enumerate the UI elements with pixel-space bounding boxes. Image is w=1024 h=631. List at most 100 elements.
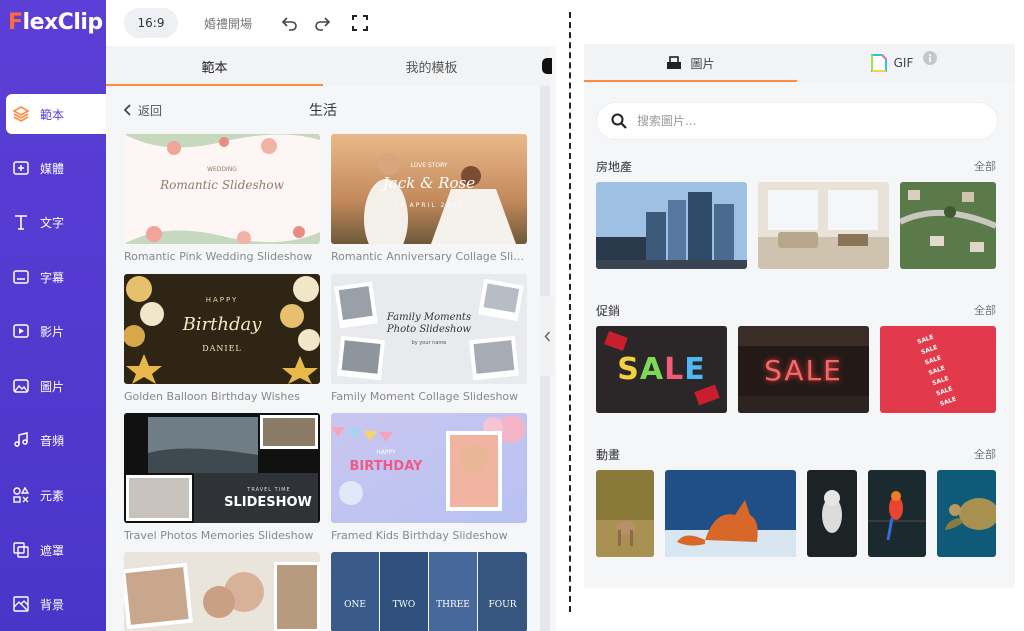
layers-icon: [12, 105, 30, 123]
chevron-left-icon: [543, 331, 551, 342]
sale-text: SALE: [617, 352, 706, 387]
sale-tags: SALE SALE SALE SALE SALE SALE SALE: [916, 327, 971, 410]
image-thumbnail[interactable]: [596, 470, 654, 557]
media-add-icon: [12, 159, 30, 177]
image-thumbnail[interactable]: [900, 182, 996, 269]
template-card[interactable]: Romantic Slideshow WEDDING Romantic Pink…: [124, 134, 320, 263]
image-thumbnail[interactable]: [868, 470, 926, 557]
music-icon: [12, 431, 30, 449]
sidebar-item-video[interactable]: 影片: [0, 311, 106, 351]
app-root: FlexClip 範本 媒體 文字 字幕 影片 圖片 音頻 元素 遮罩 背景 1…: [0, 0, 1024, 631]
template-card[interactable]: BIRTHDAY HAPPY Framed Kids Birthday Slid…: [331, 413, 527, 542]
sidebar-item-label: 音頻: [40, 433, 65, 448]
image-search-box[interactable]: [596, 102, 998, 140]
search-input[interactable]: [637, 114, 967, 128]
tab-templates[interactable]: 範本: [106, 46, 323, 86]
template-caption: Romantic Anniversary Collage Slide...: [331, 250, 527, 263]
tab-gif[interactable]: GIF: [797, 44, 1010, 82]
template-thumbnail: Family Moments Photo Slideshow by your n…: [331, 274, 527, 384]
image-thumbnail[interactable]: SALE: [738, 326, 869, 413]
tab-overflow-indicator: [542, 58, 552, 74]
thumbnail-subtitle: WEDDING: [207, 166, 237, 173]
sidebar-item-background[interactable]: 背景: [0, 584, 106, 624]
thumbnail-panel-label: THREE: [436, 600, 470, 610]
info-icon[interactable]: [923, 51, 938, 65]
sidebar-item-templates[interactable]: 範本: [6, 94, 106, 134]
sidebar-item-label: 範本: [40, 107, 65, 122]
template-thumbnail: HAPPY Birthday DANIEL: [124, 274, 320, 384]
image-thumbnail[interactable]: [937, 470, 996, 557]
tab-my-templates[interactable]: 我的模板: [323, 46, 540, 86]
thumbnail-name: DANIEL: [202, 344, 242, 353]
tab-images[interactable]: 圖片: [584, 44, 797, 82]
template-thumbnail: Romantic Slideshow WEDDING: [124, 134, 320, 244]
section-title: 房地產: [596, 160, 633, 174]
template-caption: Framed Kids Birthday Slideshow: [331, 529, 508, 542]
template-caption: Travel Photos Memories Slideshow: [124, 529, 314, 542]
image-thumbnail[interactable]: [807, 470, 857, 557]
thumbnail-panel-label: TWO: [392, 600, 416, 610]
template-card[interactable]: Family Moments Photo Slideshow by your n…: [331, 274, 527, 403]
thumbnail-panel-label: FOUR: [488, 600, 517, 610]
thumbnail-title: Family Moments Photo Slideshow: [386, 312, 472, 335]
template-caption: Family Moment Collage Slideshow: [331, 390, 519, 403]
view-all-link[interactable]: 全部: [974, 446, 996, 463]
back-button[interactable]: 返回: [124, 102, 162, 119]
template-card[interactable]: Jack & Rose LOVE STORY 14 APRIL 2022 Rom…: [331, 134, 527, 263]
undo-icon[interactable]: [280, 13, 300, 33]
sidebar-item-label: 元素: [40, 488, 65, 503]
sidebar-item-elements[interactable]: 元素: [0, 475, 106, 515]
sidebar-item-subtitle[interactable]: 字幕: [0, 257, 106, 297]
thumbnail-date: 14 APRIL 2022: [394, 202, 464, 209]
project-title[interactable]: 婚禮開場: [204, 15, 252, 32]
image-icon: [12, 377, 30, 395]
back-label: 返回: [138, 103, 163, 118]
redo-icon[interactable]: [312, 13, 332, 33]
thumbnail-subtitle: HAPPY: [205, 296, 239, 304]
template-card[interactable]: [124, 552, 320, 631]
thumbnail-title: BIRTHDAY: [349, 459, 423, 474]
sidebar-item-label: 影片: [40, 324, 65, 339]
thumbnail-title: Birthday: [182, 314, 262, 335]
comparison-divider: [569, 12, 571, 612]
image-thumbnail[interactable]: [758, 182, 889, 269]
template-thumbnail: TRAVEL TIME SLIDESHOW: [124, 413, 320, 523]
fullscreen-icon[interactable]: [350, 13, 370, 33]
mask-icon: [12, 541, 30, 559]
elements-icon: [12, 486, 30, 504]
image-thumbnail[interactable]: SALE: [596, 326, 727, 413]
templates-panel: 範本 我的模板 返回 生活 Romantic Slideshow WEDDING…: [106, 46, 556, 631]
template-card[interactable]: TRAVEL TIME SLIDESHOW Travel Photos Memo…: [124, 413, 320, 542]
image-thumbnail[interactable]: [596, 182, 747, 269]
template-card[interactable]: HAPPY Birthday DANIEL Golden Balloon Bir…: [124, 274, 320, 403]
collapse-panel-button[interactable]: [540, 296, 554, 376]
view-all-link[interactable]: 全部: [974, 302, 996, 319]
image-thumbnail[interactable]: SALE SALE SALE SALE SALE SALE SALE: [880, 326, 996, 413]
template-thumbnail: Jack & Rose LOVE STORY 14 APRIL 2022: [331, 134, 527, 244]
sidebar-item-image[interactable]: 圖片: [0, 366, 106, 406]
search-icon: [611, 113, 627, 129]
section-header-animals: 動畫 全部: [596, 446, 996, 463]
aspect-ratio-button[interactable]: 16:9: [124, 8, 178, 38]
sidebar-item-media[interactable]: 媒體: [0, 148, 106, 188]
sidebar-item-label: 背景: [40, 597, 65, 612]
sidebar-item-audio[interactable]: 音頻: [0, 420, 106, 460]
sidebar-item-text[interactable]: 文字: [0, 202, 106, 242]
thumbnail-panel-label: ONE: [344, 600, 366, 610]
gif-icon: [870, 53, 888, 73]
background-icon: [12, 595, 30, 613]
image-thumbnail[interactable]: [665, 470, 796, 557]
thumbnail-subtitle: LOVE STORY: [410, 162, 448, 169]
template-thumbnail: [124, 552, 320, 631]
sidebar-item-label: 圖片: [40, 379, 65, 394]
templates-tabs: 範本 我的模板: [106, 46, 552, 86]
sidebar-item-mask[interactable]: 遮罩: [0, 530, 106, 570]
chevron-left-icon: [124, 104, 132, 116]
tab-label: GIF: [893, 56, 914, 70]
subtitle-icon: [12, 268, 30, 286]
thumbnail-subtitle: HAPPY: [376, 449, 396, 456]
template-card[interactable]: ONE TWO THREE FOUR: [331, 552, 527, 631]
template-thumbnail: ONE TWO THREE FOUR: [331, 552, 527, 631]
template-thumbnail: BIRTHDAY HAPPY: [331, 413, 527, 523]
view-all-link[interactable]: 全部: [974, 158, 996, 175]
